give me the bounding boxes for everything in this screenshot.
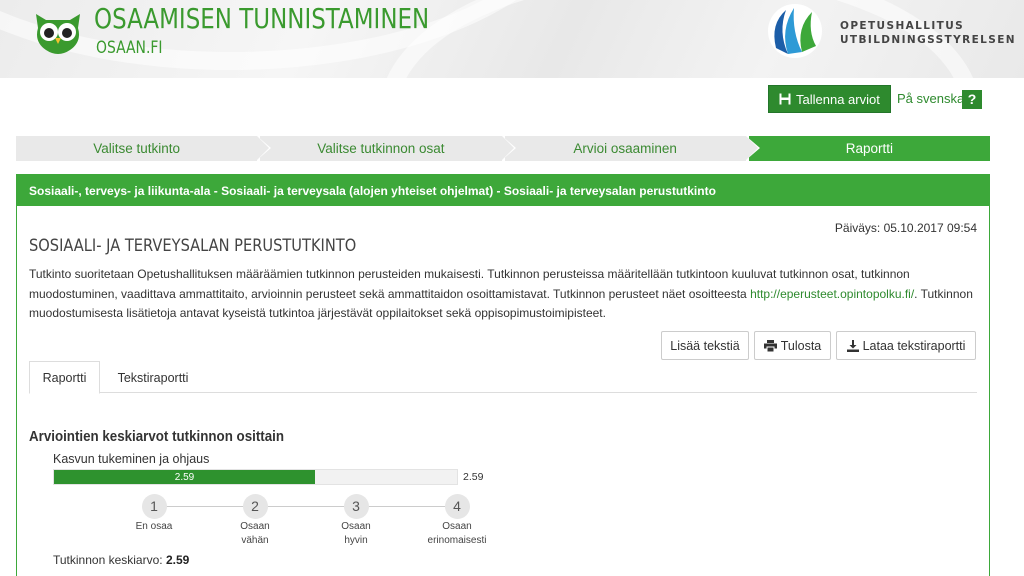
- scale-point-3: 3 Osaan hyvin: [316, 494, 396, 547]
- degree-title: SOSIAALI- JA TERVEYSALAN PERUSTUTKINTO: [29, 236, 357, 256]
- add-text-button[interactable]: Lisää tekstiä: [661, 331, 749, 360]
- step-label: Valitse tutkinto: [93, 141, 181, 156]
- scale-number: 2: [242, 494, 268, 519]
- step-report[interactable]: Raportti: [748, 136, 990, 161]
- download-icon: [846, 339, 859, 352]
- org-name-sv: UTBILDNINGSSTYRELSEN: [840, 34, 1016, 46]
- owl-logo-icon[interactable]: [32, 8, 84, 56]
- step-label: Raportti: [845, 141, 894, 156]
- scale-label-second-line: vähän: [241, 535, 269, 546]
- download-text-report-button[interactable]: Lataa tekstiraportti: [836, 331, 976, 360]
- scale-point-2: 2 Osaan vähän: [215, 494, 295, 547]
- print-button[interactable]: Tulosta: [754, 331, 831, 360]
- wizard-steps: Valitse tutkinto Valitse tutkinnon osat …: [16, 136, 990, 161]
- download-label: Lataa tekstiraportti: [862, 338, 966, 353]
- opetushallitus-logo-icon: [768, 4, 822, 58]
- floppy-disk-icon: [779, 93, 791, 105]
- printer-icon: [763, 339, 777, 352]
- eperusteet-link[interactable]: http://eperusteet.opintopolku.fi/: [750, 287, 914, 301]
- scale-point-4: 4 Osaan erinomaisesti: [417, 494, 497, 547]
- unit-name: Kasvun tukeminen ja ohjaus: [53, 452, 210, 466]
- degree-breadcrumb: Sosiaali-, terveys- ja liikunta-ala - So…: [17, 175, 989, 206]
- report-tabs: Raportti Tekstiraportti: [29, 361, 977, 394]
- step-select-units[interactable]: Valitse tutkinnon osat: [260, 136, 516, 161]
- average-label: Tutkinnon keskiarvo:: [53, 553, 163, 567]
- scale-label-second-line: erinomaisesti: [427, 535, 487, 546]
- tab-report[interactable]: Raportti: [29, 361, 100, 394]
- scale-label: En osaa: [135, 521, 173, 532]
- score-bar-track: 2.59: [53, 469, 458, 485]
- add-text-label: Lisää tekstiä: [670, 338, 740, 353]
- scale-number: 4: [444, 494, 470, 519]
- scale-line: [153, 506, 458, 507]
- section-title: Arviointien keskiarvot tutkinnon osittai…: [29, 429, 284, 445]
- save-assessments-button[interactable]: Tallenna arviot: [768, 85, 891, 113]
- help-button[interactable]: ?: [962, 90, 982, 109]
- scale-label: Osaan: [341, 521, 371, 532]
- site-title[interactable]: OSAAMISEN TUNNISTAMINEN: [94, 2, 429, 35]
- step-assess[interactable]: Arvioi osaaminen: [504, 136, 760, 161]
- step-label: Valitse tutkinnon osat: [317, 141, 445, 156]
- step-label: Arvioi osaaminen: [573, 141, 677, 156]
- scale-label-second-line: hyvin: [344, 535, 368, 546]
- score-bar-end-value: 2.59: [463, 471, 484, 483]
- site-subtitle: OSAAN.FI: [96, 38, 163, 58]
- org-name-fi: OPETUSHALLITUS: [840, 20, 965, 32]
- scale-number: 1: [141, 494, 167, 519]
- scale-point-1: 1 En osaa: [114, 494, 194, 535]
- swedish-language-link[interactable]: På svenska: [897, 91, 964, 106]
- save-button-label: Tallenna arviot: [796, 91, 880, 107]
- scale-number: 3: [343, 494, 369, 519]
- step-arrow: [501, 136, 514, 160]
- tab-text-report[interactable]: Tekstiraportti: [103, 361, 203, 394]
- scale-label: Osaan: [240, 521, 270, 532]
- score-bar-value: 2.59: [174, 471, 195, 483]
- organization-name: OPETUSHALLITUS UTBILDNINGSSTYRELSEN: [840, 19, 1016, 47]
- report-date: Päiväys: 05.10.2017 09:54: [834, 221, 977, 235]
- report-panel: Sosiaali-, terveys- ja liikunta-ala - So…: [16, 174, 990, 576]
- score-bar-fill: 2.59: [54, 470, 315, 484]
- degree-average: Tutkinnon keskiarvo: 2.59: [53, 553, 189, 567]
- degree-description: Tutkinto suoritetaan Opetushallituksen m…: [29, 265, 979, 324]
- print-label: Tulosta: [780, 338, 822, 353]
- site-header: OSAAMISEN TUNNISTAMINEN OSAAN.FI OPETUSH…: [0, 0, 1024, 78]
- scale-label: Osaan: [442, 521, 472, 532]
- step-select-degree[interactable]: Valitse tutkinto: [16, 136, 272, 161]
- average-value: 2.59: [165, 553, 190, 567]
- step-arrow: [745, 136, 758, 160]
- step-arrow: [257, 136, 270, 160]
